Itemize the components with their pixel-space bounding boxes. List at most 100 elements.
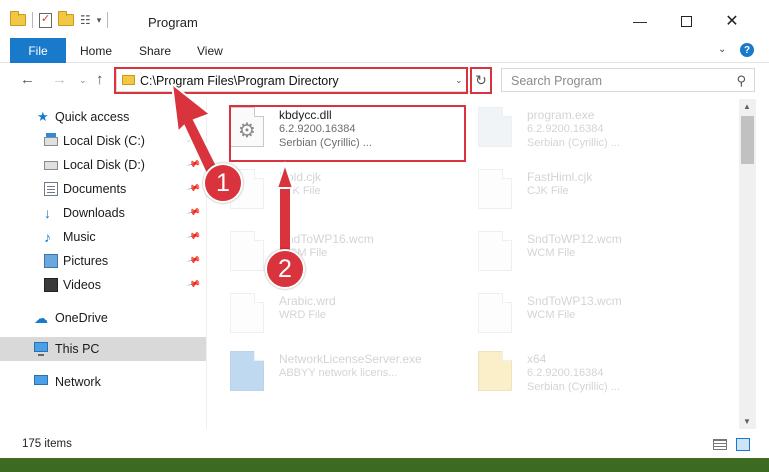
pin-icon[interactable]: 📌 bbox=[186, 181, 202, 196]
pin-icon[interactable]: 📌 bbox=[186, 205, 202, 220]
refresh-button[interactable]: ↻ bbox=[470, 67, 492, 94]
pin-icon[interactable]: 📌 bbox=[186, 229, 202, 244]
drive-icon bbox=[44, 161, 58, 170]
search-icon: ⚲ bbox=[736, 73, 746, 88]
pictures-icon bbox=[44, 254, 58, 268]
pin-icon[interactable]: 📌 bbox=[186, 253, 202, 268]
file-name: FastHiml.cjk bbox=[527, 170, 593, 184]
sidebar-item-local-disk-c[interactable]: Local Disk (C:) 📌 bbox=[0, 129, 206, 153]
sidebar-item-downloads[interactable]: ↓ Downloads 📌 bbox=[0, 201, 206, 225]
sidebar-item-label: Pictures bbox=[63, 254, 109, 268]
file-name: Arabic.wrd bbox=[279, 294, 336, 308]
chevron-down-icon[interactable]: ⌄ bbox=[718, 44, 726, 55]
refresh-icon: ↻ bbox=[475, 72, 487, 88]
quick-access-toolbar: ☷ ▾ bbox=[10, 11, 109, 28]
minimize-icon: — bbox=[633, 13, 647, 29]
chevron-down-icon[interactable]: ⌄ bbox=[79, 75, 87, 86]
network-icon bbox=[34, 375, 48, 385]
window-title: Program bbox=[148, 15, 198, 30]
file-icon bbox=[478, 169, 512, 209]
sidebar-item-network[interactable]: Network bbox=[0, 370, 206, 394]
help-icon[interactable]: ? bbox=[740, 43, 754, 57]
file-icon bbox=[230, 293, 264, 333]
toolbar-divider bbox=[32, 12, 33, 28]
forward-arrow-icon[interactable]: → bbox=[52, 71, 67, 88]
sidebar-item-label: Downloads bbox=[63, 206, 125, 220]
details-view-icon[interactable] bbox=[713, 439, 727, 450]
vertical-scrollbar[interactable]: ▲ ▼ bbox=[739, 99, 756, 429]
sidebar-item-label: Quick access bbox=[55, 110, 130, 124]
file-name: program.exe bbox=[527, 108, 595, 122]
sidebar-item-pictures[interactable]: Pictures 📌 bbox=[0, 249, 206, 273]
search-input[interactable]: Search Program ⚲ bbox=[501, 68, 755, 92]
title-bar: ☷ ▾ Program — ✕ bbox=[0, 0, 769, 38]
callout-step-one: 1 bbox=[203, 163, 243, 203]
file-version: 6.2.9200.16384 bbox=[527, 123, 604, 135]
file-item-program-exe[interactable]: program.exe 6.2.9200.16384 Serbian (Cyri… bbox=[455, 99, 695, 155]
file-name: SndToWP16.wcm bbox=[279, 232, 374, 246]
exe-file-icon bbox=[478, 107, 512, 147]
pin-icon[interactable]: 📌 bbox=[186, 277, 202, 292]
file-item-x64[interactable]: x64 6.2.9200.16384 Serbian (Cyrillic) ..… bbox=[455, 343, 695, 399]
navigation-pane: ★ Quick access Local Disk (C:) 📌 Local D… bbox=[0, 99, 206, 429]
item-count: 175 items bbox=[22, 438, 72, 450]
folder-icon bbox=[478, 351, 512, 391]
file-item-networklicenseserver-exe[interactable]: NetworkLicenseServer.exe ABBYY network l… bbox=[207, 343, 447, 399]
sidebar-item-local-disk-d[interactable]: Local Disk (D:) 📌 bbox=[0, 153, 206, 177]
sidebar-item-label: Videos bbox=[63, 278, 101, 292]
file-type: CJK File bbox=[279, 185, 321, 197]
sidebar-item-music[interactable]: ♪ Music 📌 bbox=[0, 225, 206, 249]
scroll-down-icon[interactable]: ▼ bbox=[743, 417, 751, 426]
large-icons-view-icon[interactable] bbox=[736, 438, 750, 451]
file-type: WCM File bbox=[527, 247, 576, 259]
file-name: NetworkLicenseServer.exe bbox=[279, 352, 422, 366]
view-options-icon[interactable]: ☷ bbox=[80, 13, 91, 27]
tab-home[interactable]: Home bbox=[80, 44, 112, 58]
sidebar-item-label: Local Disk (C:) bbox=[63, 134, 145, 148]
maximize-button[interactable] bbox=[663, 8, 709, 34]
scroll-up-icon[interactable]: ▲ bbox=[743, 102, 751, 111]
navigation-bar: ← → ⌄ ↑ C:\Program Files\Program Directo… bbox=[0, 63, 769, 99]
pin-icon[interactable]: 📌 bbox=[186, 157, 202, 172]
file-icon bbox=[478, 293, 512, 333]
sidebar-item-this-pc[interactable]: This PC bbox=[0, 337, 206, 361]
file-highlight-box bbox=[229, 105, 466, 162]
status-bar: 175 items bbox=[0, 429, 769, 458]
sidebar-item-videos[interactable]: Videos 📌 bbox=[0, 273, 206, 297]
back-arrow-icon[interactable]: ← bbox=[20, 71, 35, 88]
ribbon-tabs: File Home Share View ⌄ ? bbox=[0, 38, 769, 63]
file-icon bbox=[478, 231, 512, 271]
tab-file[interactable]: File bbox=[10, 38, 66, 63]
close-button[interactable]: ✕ bbox=[709, 8, 755, 34]
network-exe-icon bbox=[230, 351, 264, 391]
scroll-thumb[interactable] bbox=[741, 116, 754, 164]
sidebar-item-quick-access[interactable]: ★ Quick access bbox=[0, 105, 206, 129]
tab-view[interactable]: View bbox=[197, 44, 223, 58]
up-arrow-icon[interactable]: ↑ bbox=[96, 71, 104, 88]
file-description: ABBYY network licens... bbox=[279, 367, 398, 379]
folder-icon[interactable] bbox=[10, 11, 26, 26]
file-item-bold-cjk[interactable]: Bold.cjk CJK File bbox=[207, 161, 447, 217]
sidebar-item-documents[interactable]: Documents 📌 bbox=[0, 177, 206, 201]
properties-icon[interactable] bbox=[39, 12, 52, 28]
chevron-down-icon[interactable]: ▾ bbox=[97, 15, 102, 26]
sidebar-item-label: Documents bbox=[63, 182, 127, 196]
file-icon bbox=[230, 231, 264, 271]
pin-icon[interactable]: 📌 bbox=[186, 133, 202, 148]
callout-step-two: 2 bbox=[265, 249, 305, 289]
file-explorer-window: ☷ ▾ Program — ✕ File Home Share View ⌄ ?… bbox=[0, 0, 769, 458]
file-item-sndtowp13-wcm[interactable]: SndToWP13.wcm WCM File bbox=[455, 285, 695, 341]
file-version: 6.2.9200.16384 bbox=[527, 367, 604, 379]
minimize-button[interactable]: — bbox=[617, 8, 663, 34]
file-item-sndtowp16-wcm[interactable]: SndToWP16.wcm WCM File bbox=[207, 223, 447, 279]
file-item-sndtowp12-wcm[interactable]: SndToWP12.wcm WCM File bbox=[455, 223, 695, 279]
tab-share[interactable]: Share bbox=[139, 44, 171, 58]
sidebar-item-onedrive[interactable]: ☁ OneDrive bbox=[0, 306, 206, 330]
address-highlight-box bbox=[114, 67, 468, 94]
music-icon: ♪ bbox=[44, 229, 51, 245]
file-name: Bold.cjk bbox=[279, 170, 322, 184]
file-item-fasthiml-cjk[interactable]: FastHiml.cjk CJK File bbox=[455, 161, 695, 217]
new-folder-icon[interactable] bbox=[58, 11, 74, 26]
search-placeholder: Search Program bbox=[511, 74, 603, 88]
file-item-arabic-wrd[interactable]: Arabic.wrd WRD File bbox=[207, 285, 447, 341]
